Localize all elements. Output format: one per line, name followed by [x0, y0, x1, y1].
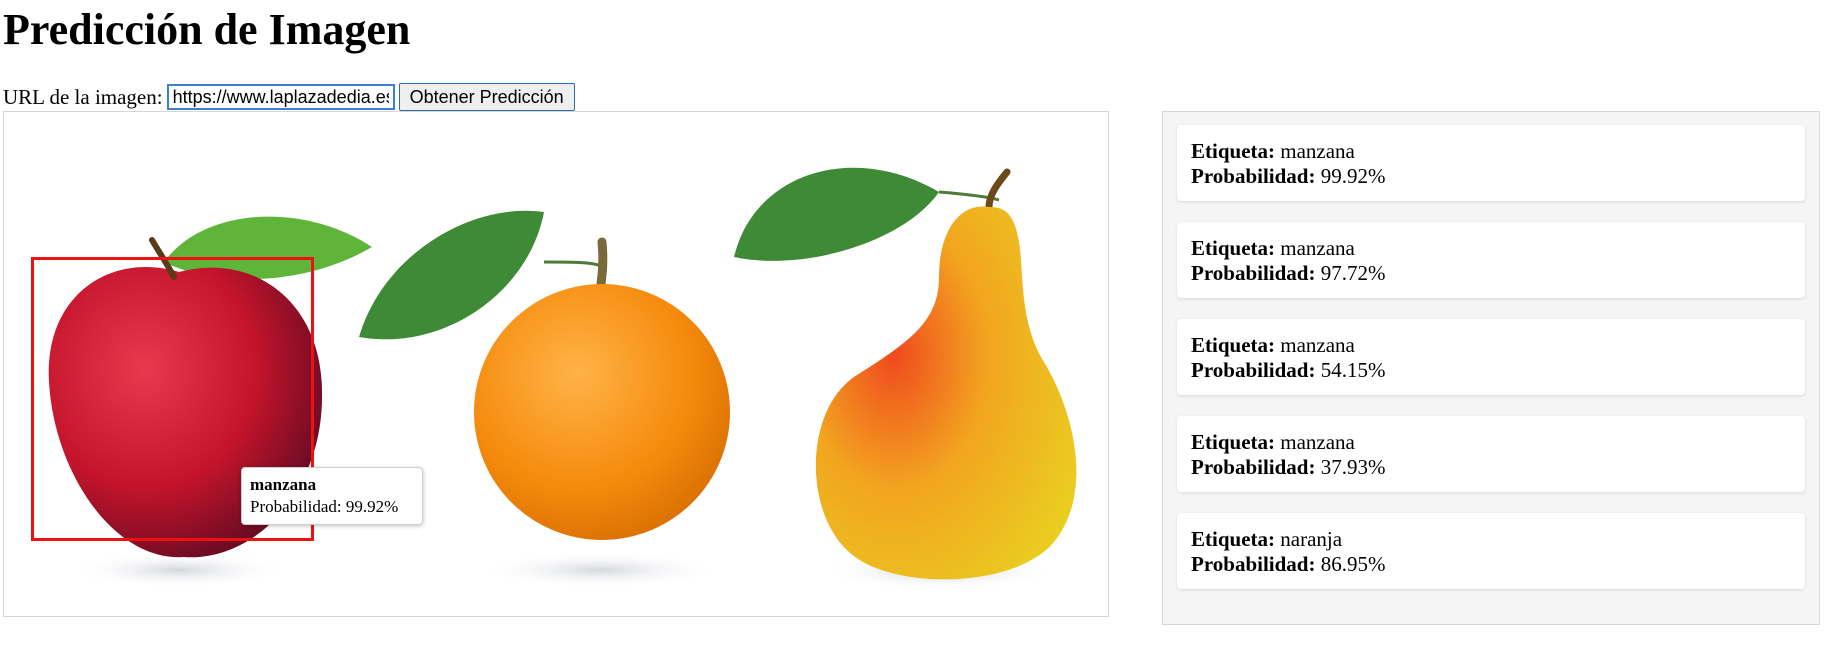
result-probability: 97.72% [1320, 261, 1386, 285]
probability-key: Probabilidad: [1191, 261, 1316, 285]
url-form: URL de la imagen: Obtener Predicción [3, 82, 575, 112]
label-key: Etiqueta: [1191, 430, 1275, 454]
url-input[interactable] [166, 84, 395, 110]
result-card: Etiqueta: manzana Probabilidad: 97.72% [1177, 222, 1805, 298]
result-probability: 86.95% [1320, 552, 1386, 576]
result-card: Etiqueta: manzana Probabilidad: 54.15% [1177, 319, 1805, 395]
label-key: Etiqueta: [1191, 139, 1275, 163]
label-key: Etiqueta: [1191, 333, 1275, 357]
probability-key: Probabilidad: [1191, 358, 1316, 382]
result-probability: 99.92% [1320, 164, 1386, 188]
result-card: Etiqueta: manzana Probabilidad: 99.92% [1177, 125, 1805, 201]
result-card: Etiqueta: naranja Probabilidad: 86.95% [1177, 513, 1805, 589]
probability-key: Probabilidad: [1191, 552, 1316, 576]
result-label: naranja [1280, 527, 1343, 551]
result-probability: 37.93% [1320, 455, 1386, 479]
predict-button[interactable]: Obtener Predicción [398, 83, 575, 111]
result-label: manzana [1280, 333, 1355, 357]
results-panel: Etiqueta: manzana Probabilidad: 99.92% E… [1162, 111, 1820, 625]
tooltip-probability: Probabilidad: 99.92% [250, 497, 399, 516]
result-label: manzana [1280, 236, 1355, 260]
result-label: manzana [1280, 139, 1355, 163]
tooltip-label: manzana [250, 475, 317, 494]
detection-tooltip: manzana Probabilidad: 99.92% [241, 467, 423, 525]
probability-key: Probabilidad: [1191, 164, 1316, 188]
result-probability: 54.15% [1320, 358, 1386, 382]
url-label: URL de la imagen: [3, 84, 163, 109]
probability-key: Probabilidad: [1191, 455, 1316, 479]
image-panel: manzana Probabilidad: 99.92% [3, 111, 1109, 617]
label-key: Etiqueta: [1191, 527, 1275, 551]
result-card: Etiqueta: manzana Probabilidad: 37.93% [1177, 416, 1805, 492]
label-key: Etiqueta: [1191, 236, 1275, 260]
result-label: manzana [1280, 430, 1355, 454]
page-title: Predicción de Imagen [3, 5, 411, 54]
